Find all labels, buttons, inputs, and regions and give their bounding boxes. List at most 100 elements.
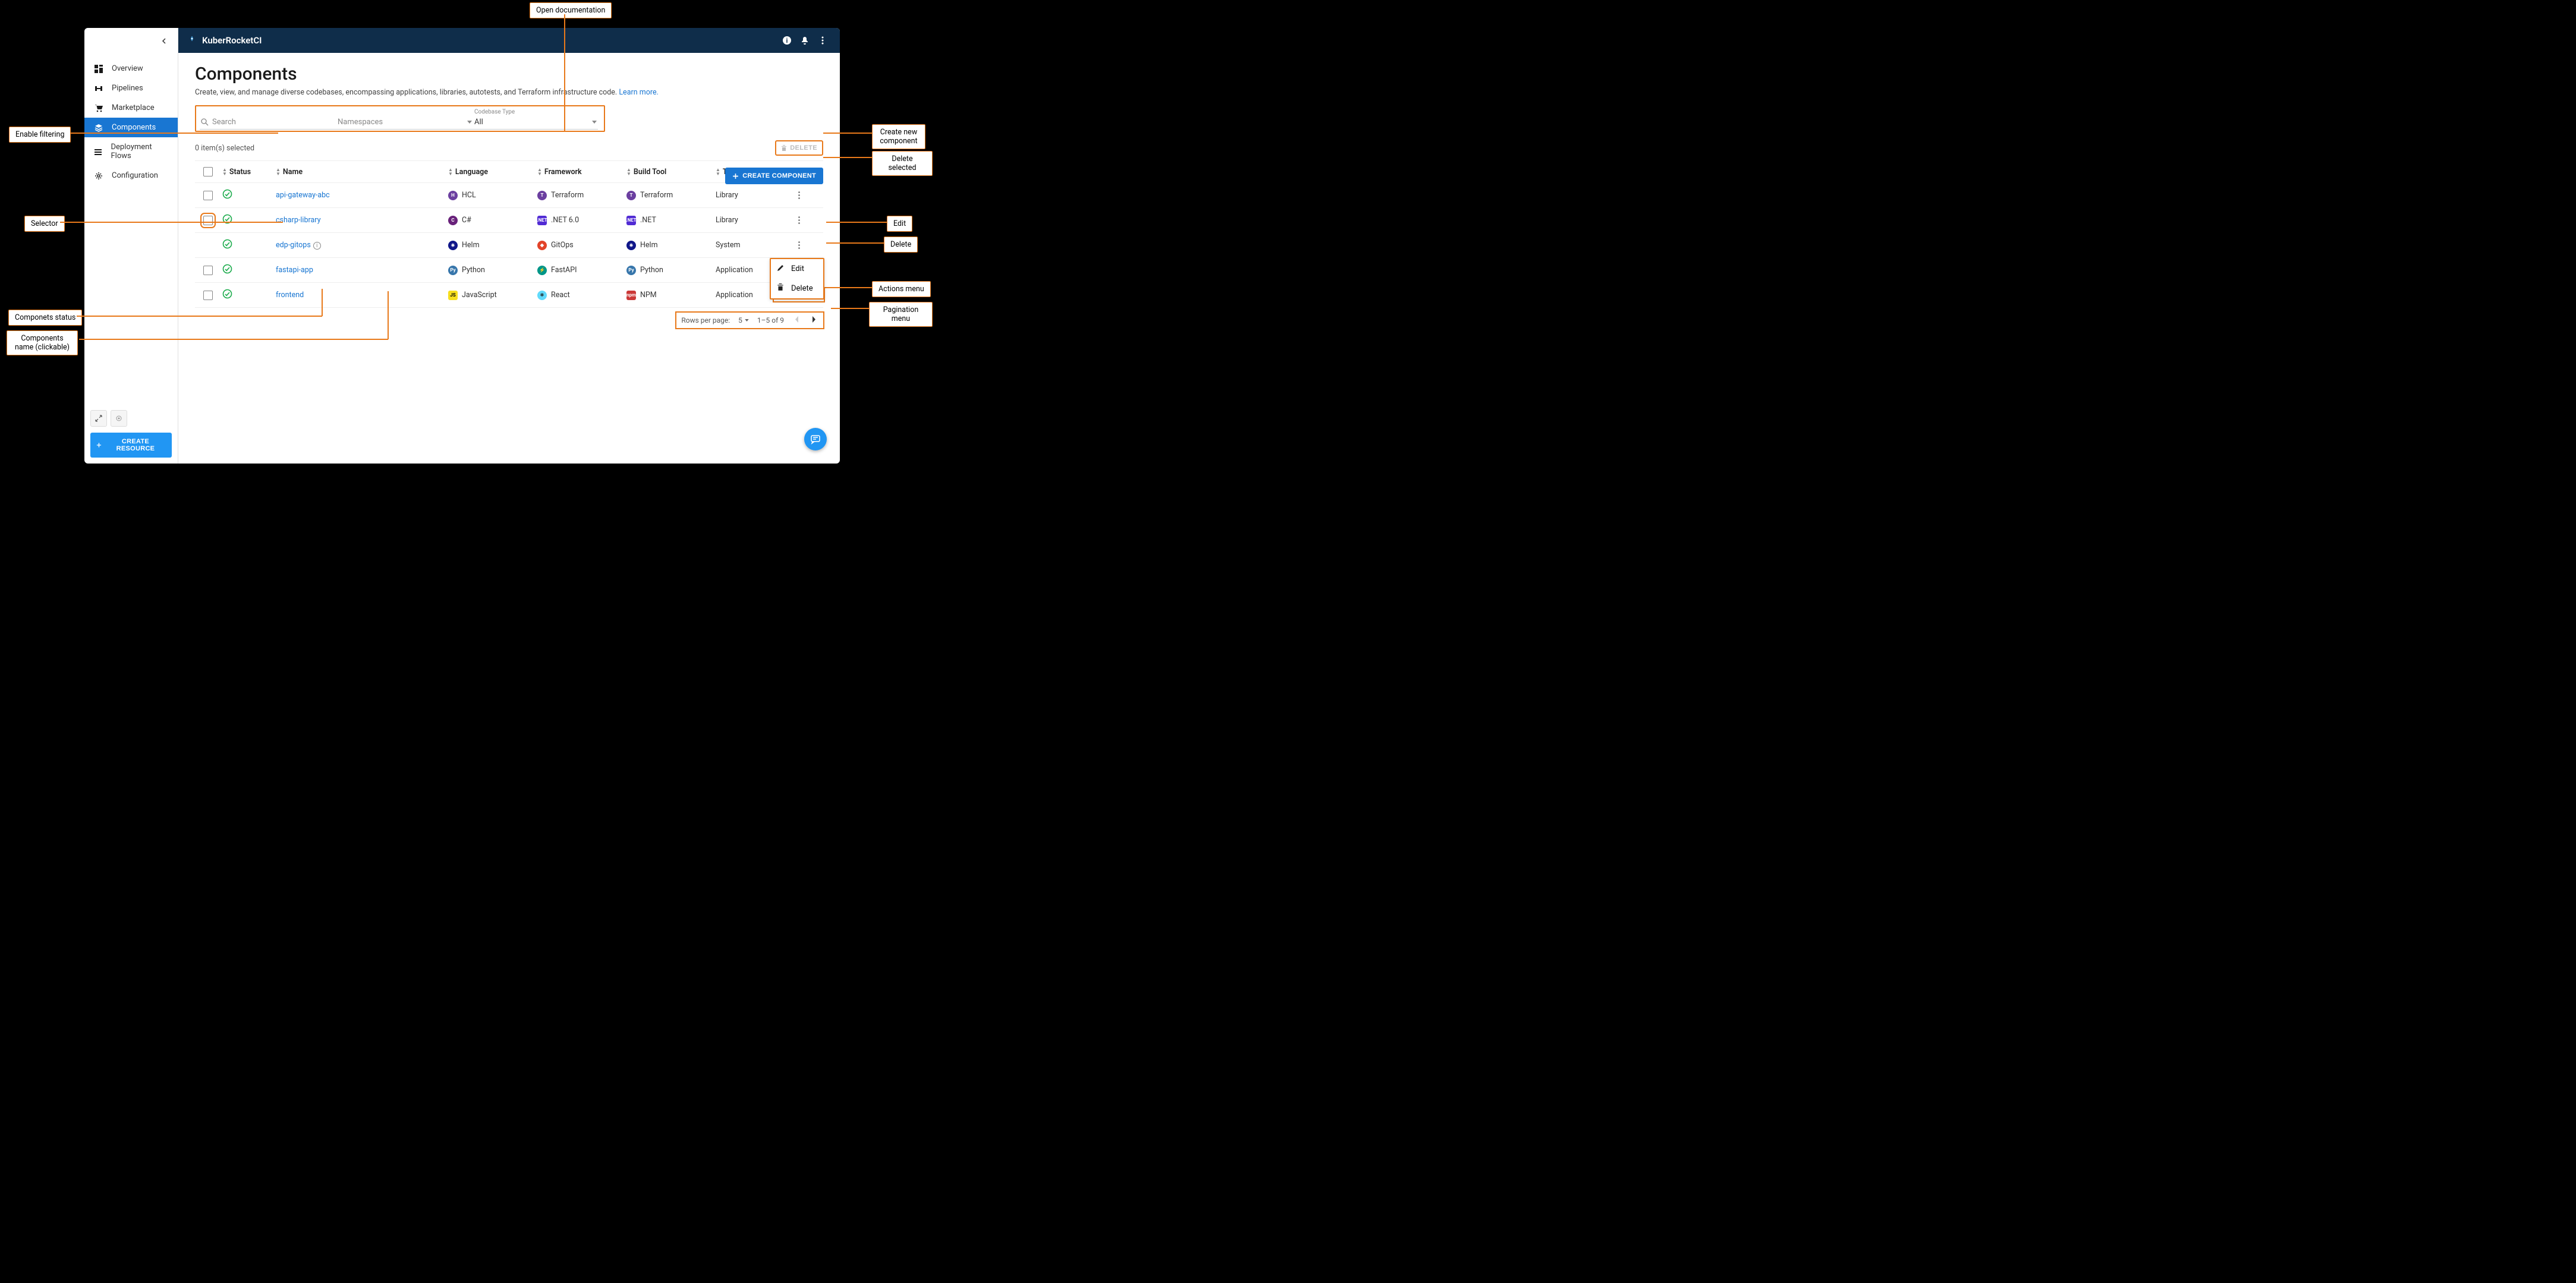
select-all-checkbox[interactable]: [203, 167, 213, 176]
brand: KuberRocketCI: [187, 35, 262, 46]
sidebar-item-label: Components: [112, 123, 156, 132]
rows-per-page-label: Rows per page:: [681, 316, 730, 324]
type-cell: Library: [716, 191, 775, 200]
sidebar-item-components[interactable]: Components: [84, 118, 178, 137]
callout-delete-selected: Delete selected: [872, 151, 933, 176]
delete-selected-button[interactable]: DELETE: [775, 140, 823, 156]
row-checkbox[interactable]: [203, 291, 213, 300]
status-icon: [222, 214, 276, 226]
search-icon: [201, 118, 209, 126]
component-name-link[interactable]: api-gateway-abc: [276, 191, 330, 200]
language-cell: ⎈Helm: [448, 241, 537, 250]
delete-label: DELETE: [790, 144, 817, 152]
framework-cell: ⚛React: [537, 291, 626, 300]
pagination-next[interactable]: [810, 316, 818, 324]
sidebar-item-label: Marketplace: [112, 103, 155, 112]
callout-selector: Selector: [24, 216, 65, 232]
svg-text:i: i: [786, 37, 788, 45]
rocket-icon: [187, 35, 197, 46]
row-checkbox[interactable]: [203, 191, 213, 200]
filter-bar: Search Namespaces Codebase Type All: [195, 105, 605, 132]
callout-open-doc: Open documentation: [530, 2, 612, 18]
flows-icon: [94, 147, 103, 156]
sidebar-item-pipelines[interactable]: Pipelines: [84, 78, 178, 98]
layers-icon: [94, 124, 103, 132]
codebase-type-select[interactable]: Codebase Type All: [473, 109, 598, 130]
col-language[interactable]: ▲▼Language: [448, 168, 537, 176]
table-row: api-gateway-abcHHCLTTerraformTTerraformL…: [195, 183, 823, 208]
sidebar-item-overview[interactable]: Overview: [84, 59, 178, 78]
create-resource-label: CREATE RESOURCE: [105, 438, 166, 452]
brand-label: KuberRocketCI: [202, 35, 262, 46]
col-framework[interactable]: ▲▼Framework: [537, 168, 626, 176]
framework-cell: TTerraform: [537, 191, 626, 200]
sidebar-collapse-button[interactable]: [161, 35, 167, 46]
status-icon: [222, 264, 276, 276]
trash-icon: [781, 145, 787, 152]
callout-create-new: Create new component: [872, 124, 925, 149]
type-cell: Application: [716, 266, 775, 275]
sidebar-item-deployment-flows[interactable]: Deployment Flows: [84, 137, 178, 166]
search-field[interactable]: Search: [200, 115, 336, 130]
settings-mini-button[interactable]: [111, 410, 127, 427]
row-context-menu: Edit Delete: [770, 258, 824, 300]
sidebar-item-label: Deployment Flows: [111, 143, 169, 160]
sidebar-item-label: Pipelines: [112, 84, 143, 93]
pagination-prev[interactable]: [792, 316, 801, 324]
sidebar-item-configuration[interactable]: Configuration: [84, 166, 178, 185]
callout-enable-filtering: Enable filtering: [9, 127, 71, 143]
chat-fab[interactable]: [804, 428, 827, 450]
learn-more-link[interactable]: Learn more.: [619, 88, 659, 97]
type-cell: Application: [716, 291, 775, 300]
type-cell: Library: [716, 216, 775, 225]
col-name[interactable]: ▲▼Name: [276, 168, 448, 176]
topbar-menu-button[interactable]: [814, 31, 832, 49]
rows-per-page-select[interactable]: 5: [738, 316, 749, 324]
selection-count: 0 item(s) selected: [195, 144, 254, 153]
framework-cell: ⚡FastAPI: [537, 266, 626, 275]
sidebar-item-marketplace[interactable]: Marketplace: [84, 98, 178, 118]
callout-actions-menu: Actions menu: [872, 281, 931, 297]
chat-icon: [810, 434, 821, 445]
buildtool-cell: PyPython: [626, 266, 716, 275]
cart-icon: [94, 104, 103, 112]
info-icon[interactable]: i: [313, 242, 321, 250]
buildtool-cell: ⎈Helm: [626, 241, 716, 250]
buildtool-cell: .NET.NET: [626, 216, 716, 225]
component-name-link[interactable]: fastapi-app: [276, 266, 313, 275]
namespaces-select[interactable]: Namespaces: [336, 115, 473, 130]
pagination: Rows per page: 5 1–5 of 9: [676, 313, 823, 328]
row-checkbox[interactable]: [203, 266, 213, 275]
expand-button[interactable]: [90, 410, 107, 427]
framework-cell: ◆GitOps: [537, 241, 626, 250]
info-button[interactable]: i: [778, 31, 796, 49]
main-content: Components Create, view, and manage dive…: [178, 53, 840, 464]
row-actions-button[interactable]: [775, 241, 823, 249]
component-name-link[interactable]: edp-gitops: [276, 241, 311, 250]
create-component-button[interactable]: CREATE COMPONENT: [725, 168, 823, 184]
component-name-link[interactable]: csharp-library: [276, 216, 321, 225]
col-buildtool[interactable]: ▲▼Build Tool: [626, 168, 716, 176]
buildtool-cell: npmNPM: [626, 291, 716, 300]
sidebar-item-label: Configuration: [112, 171, 158, 180]
col-status[interactable]: ▲▼Status: [222, 168, 276, 176]
status-icon: [222, 189, 276, 201]
row-checkbox[interactable]: [203, 216, 213, 225]
row-actions-button[interactable]: [775, 216, 823, 224]
framework-cell: .NET.NET 6.0: [537, 216, 626, 225]
table-row: frontendJSJavaScript⚛ReactnpmNPMApplicat…: [195, 283, 823, 308]
row-actions-button[interactable]: [775, 191, 823, 199]
component-name-link[interactable]: frontend: [276, 291, 304, 300]
status-icon: [222, 239, 276, 251]
page-title: Components: [195, 64, 823, 84]
bell-button[interactable]: [796, 31, 814, 49]
ctx-delete[interactable]: Delete: [771, 279, 823, 298]
create-component-label: CREATE COMPONENT: [742, 172, 816, 179]
namespaces-label: Namespaces: [338, 118, 383, 127]
callout-comp-status: Componets status: [8, 310, 82, 326]
ctx-edit[interactable]: Edit: [771, 259, 823, 279]
dashboard-icon: [94, 65, 103, 73]
callout-pagination-menu: Pagination menu: [869, 302, 933, 327]
create-resource-button[interactable]: CREATE RESOURCE: [90, 433, 172, 458]
pagination-range: 1–5 of 9: [757, 316, 784, 324]
